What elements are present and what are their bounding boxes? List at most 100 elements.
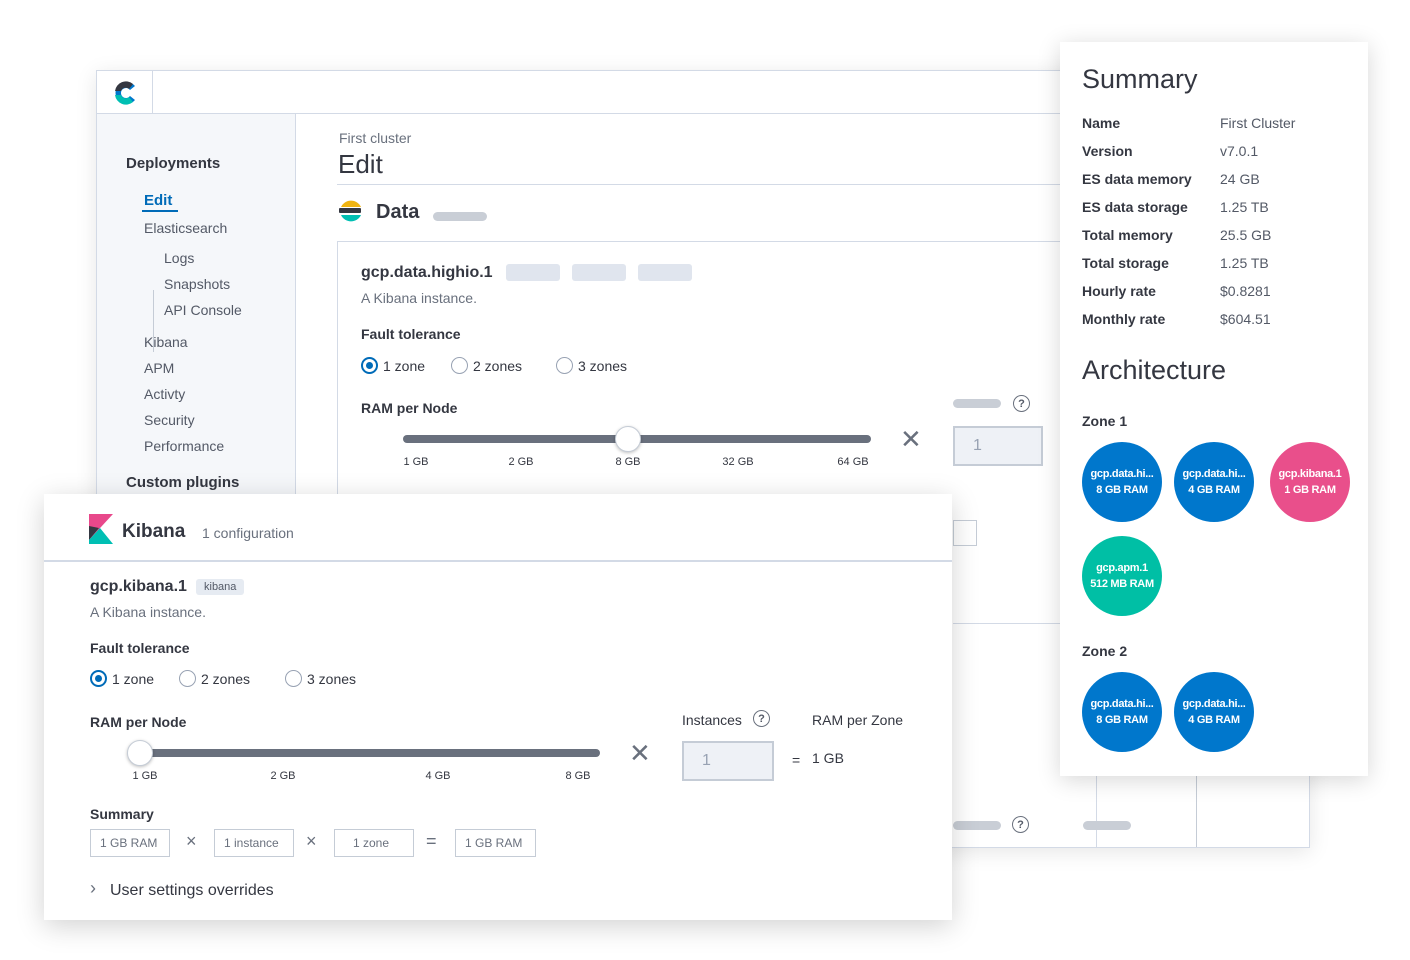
zone-radio-1[interactable]: 1 zone <box>361 357 425 374</box>
summary-value: First Cluster <box>1220 115 1296 131</box>
summary-key: Total storage <box>1082 255 1169 271</box>
sidebar-item-elasticsearch[interactable]: Elasticsearch <box>144 220 227 236</box>
summary-value: 1.25 TB <box>1220 199 1269 215</box>
panel-divider <box>1196 771 1197 847</box>
summary-key: Version <box>1082 143 1133 159</box>
node-circle[interactable]: gcp.data.hi... 8 GB RAM <box>1082 672 1162 752</box>
architecture-title: Architecture <box>1082 355 1227 385</box>
zone-radio-label: 2 zones <box>201 670 251 687</box>
summary-value: 25.5 GB <box>1220 227 1272 243</box>
radio-dot[interactable] <box>90 670 107 687</box>
summary-card: Summary Name First Cluster Version v7.0.… <box>1060 42 1368 776</box>
summary-label: Summary <box>90 806 154 822</box>
help-icon[interactable]: ? <box>753 710 770 727</box>
multiply-sign: × <box>186 831 197 851</box>
zone-radio-3[interactable]: 3 zones <box>285 670 356 687</box>
ram-tick: 2 GB <box>508 456 534 468</box>
zone-radio-1[interactable]: 1 zone <box>90 670 154 687</box>
close-icon[interactable]: ✕ <box>629 740 651 766</box>
node-name: gcp.data.hi... <box>1090 698 1154 710</box>
zone-radio-label: 3 zones <box>578 357 628 374</box>
node-circle[interactable]: gcp.apm.1 512 MB RAM <box>1082 536 1162 616</box>
zone-radio-3[interactable]: 3 zones <box>556 357 627 374</box>
instances-label: Instances <box>682 712 742 728</box>
ram-slider-track[interactable] <box>130 749 600 757</box>
placeholder-badge <box>638 264 692 281</box>
elastic-cloud-logo-icon[interactable] <box>111 78 141 108</box>
zone-1-label: Zone 1 <box>1082 413 1128 429</box>
sidebar-item-edit[interactable]: Edit <box>141 192 179 212</box>
node-circle[interactable]: gcp.data.hi... 8 GB RAM <box>1082 442 1162 522</box>
node-ram: 4 GB RAM <box>1188 714 1240 726</box>
node-circle[interactable]: gcp.data.hi... 4 GB RAM <box>1174 442 1254 522</box>
multiply-sign: × <box>306 831 317 851</box>
ram-slider-thumb[interactable] <box>127 740 153 766</box>
logo-cell <box>97 71 153 113</box>
node-ram: 8 GB RAM <box>1096 714 1148 726</box>
instances-input[interactable]: 1 <box>682 741 774 781</box>
zone-radio-label: 3 zones <box>307 670 357 687</box>
kibana-title: Kibana <box>122 521 186 542</box>
ram-per-node-label: RAM per Node <box>90 714 187 730</box>
instance-name: gcp.kibana.1 <box>90 578 187 595</box>
node-name: gcp.data.hi... <box>1182 698 1246 710</box>
radio-dot[interactable] <box>451 357 468 374</box>
summary-key: Name <box>1082 115 1121 131</box>
node-name: gcp.data.hi... <box>1090 468 1154 480</box>
fault-tolerance-label: Fault tolerance <box>90 640 190 656</box>
ram-tick: 4 GB <box>425 770 451 782</box>
sidebar-item-snapshots[interactable]: Snapshots <box>164 276 230 292</box>
summary-key: ES data memory <box>1082 171 1192 187</box>
zone-radio-2[interactable]: 2 zones <box>179 670 250 687</box>
instance-description: A Kibana instance. <box>90 604 206 620</box>
placeholder-pill <box>433 212 487 221</box>
kibana-header: Kibana 1 configuration <box>44 494 952 562</box>
help-icon[interactable]: ? <box>1013 395 1030 412</box>
ram-per-node-label: RAM per Node <box>361 400 458 416</box>
summary-ram-box: 1 GB RAM <box>90 829 170 857</box>
instance-type-badge: kibana <box>196 579 245 595</box>
summary-instance-box: 1 instance <box>214 829 294 857</box>
radio-dot[interactable] <box>179 670 196 687</box>
sidebar-item-security[interactable]: Security <box>144 412 195 428</box>
sidebar-item-performance[interactable]: Performance <box>144 438 224 454</box>
close-icon[interactable]: ✕ <box>900 426 922 452</box>
kibana-logo-icon <box>89 514 113 544</box>
help-icon[interactable]: ? <box>1012 816 1029 833</box>
radio-dot[interactable] <box>361 357 378 374</box>
title-divider <box>337 184 1077 185</box>
ram-slider-thumb[interactable] <box>615 426 641 452</box>
zone-radio-label: 1 zone <box>383 357 426 374</box>
radio-dot[interactable] <box>285 670 302 687</box>
sidebar-item-api-console[interactable]: API Console <box>164 302 242 318</box>
node-ram: 8 GB RAM <box>1096 484 1148 496</box>
elasticsearch-logo-icon <box>339 200 361 222</box>
node-circle[interactable]: gcp.data.hi... 4 GB RAM <box>1174 672 1254 752</box>
node-circle[interactable]: gcp.kibana.1 1 GB RAM <box>1270 442 1350 522</box>
radio-dot[interactable] <box>556 357 573 374</box>
breadcrumb[interactable]: First cluster <box>339 130 411 146</box>
node-name: gcp.data.hi... <box>1182 468 1246 480</box>
summary-title: Summary <box>1082 64 1198 94</box>
ram-tick: 32 GB <box>722 456 754 468</box>
instance-description: A Kibana instance. <box>361 290 477 306</box>
sidebar-item-activity[interactable]: Activty <box>144 386 185 402</box>
summary-value: 1.25 TB <box>1220 255 1269 271</box>
sidebar-item-kibana[interactable]: Kibana <box>144 334 188 350</box>
summary-key: Monthly rate <box>1082 311 1166 327</box>
placeholder-pill <box>953 821 1001 830</box>
node-name: gcp.kibana.1 <box>1278 468 1342 480</box>
summary-value: $604.51 <box>1220 311 1271 327</box>
instances-input[interactable]: 1 <box>953 426 1043 466</box>
zone-radio-2[interactable]: 2 zones <box>451 357 522 374</box>
summary-key: ES data storage <box>1082 199 1188 215</box>
summary-value: v7.0.1 <box>1220 143 1259 159</box>
chevron-right-icon[interactable]: › <box>90 878 96 899</box>
sidebar-heading-custom-plugins[interactable]: Custom plugins <box>126 474 239 491</box>
node-ram: 4 GB RAM <box>1188 484 1240 496</box>
sidebar-item-logs[interactable]: Logs <box>164 250 194 266</box>
ram-tick: 8 GB <box>615 456 641 468</box>
ram-tick: 8 GB <box>565 770 591 782</box>
sidebar-item-apm[interactable]: APM <box>144 360 174 376</box>
user-settings-toggle[interactable]: User settings overrides <box>110 882 274 900</box>
